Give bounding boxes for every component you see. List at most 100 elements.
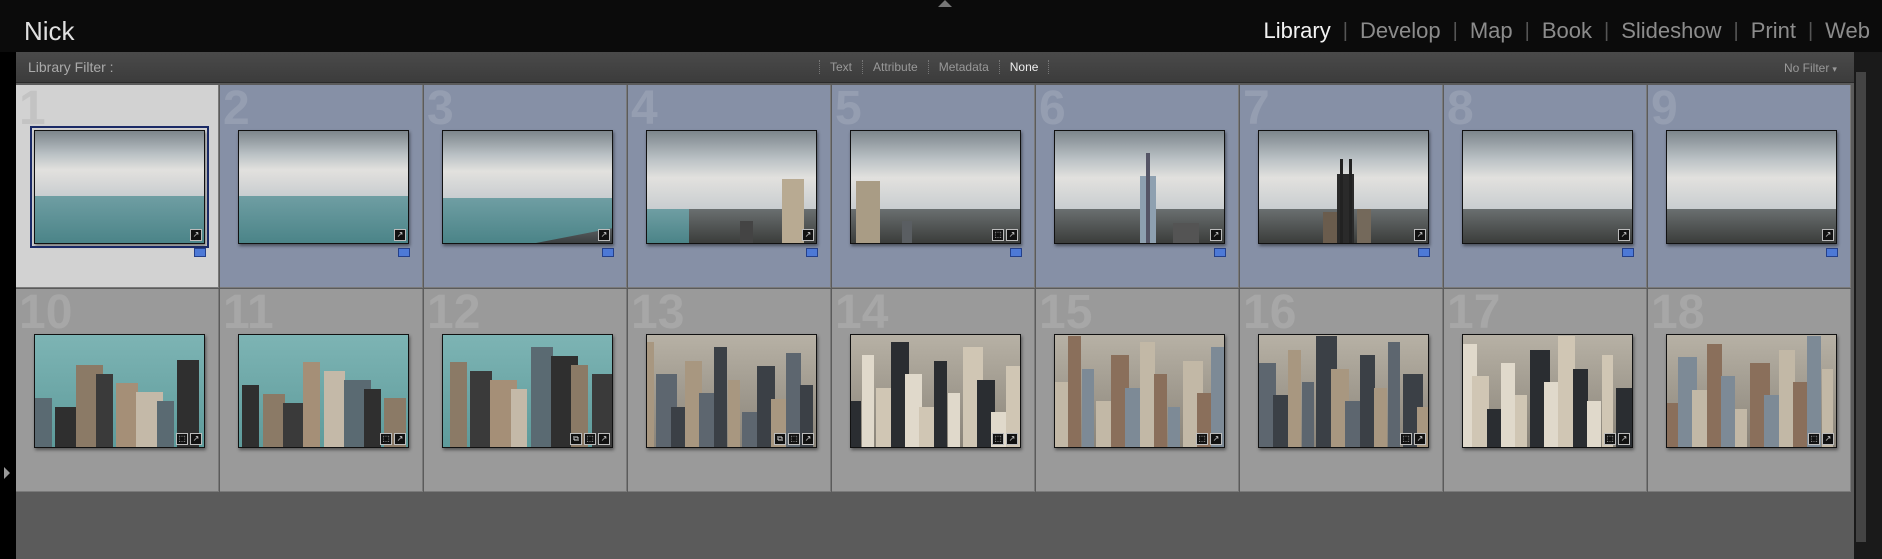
thumbnail-index-number: 11 — [223, 289, 274, 339]
develop-adjusted-icon[interactable]: ⬚ — [1400, 433, 1412, 445]
filter-tab-none[interactable]: None — [998, 60, 1050, 74]
photo-thumbnail[interactable]: ↗ — [1258, 130, 1429, 244]
photo-thumbnail[interactable]: ↗ — [30, 126, 209, 248]
selection-flag-icon[interactable] — [602, 248, 614, 257]
thumbnail-cell-5[interactable]: 5 ⬚ ↗ — [832, 85, 1035, 288]
develop-adjusted-icon[interactable]: ⬚ — [1196, 433, 1208, 445]
develop-adjusted-icon[interactable]: ⬚ — [380, 433, 392, 445]
left-panel-toggle-icon[interactable] — [4, 467, 10, 479]
develop-adjusted-icon[interactable]: ↗ — [1822, 433, 1834, 445]
thumbnail-cell-17[interactable]: 17 ⬚ ↗ — [1444, 289, 1647, 492]
selection-flag-icon[interactable] — [1622, 248, 1634, 257]
develop-adjusted-icon[interactable]: ↗ — [598, 433, 610, 445]
thumbnail-cell-8[interactable]: 8 ↗ — [1444, 85, 1647, 288]
selection-flag-icon[interactable] — [398, 248, 410, 257]
develop-adjusted-icon[interactable]: ↗ — [598, 229, 610, 241]
filter-tab-attribute[interactable]: Attribute — [862, 60, 928, 74]
thumbnail-index-number: 17 — [1447, 289, 1501, 339]
develop-adjusted-icon[interactable]: ↗ — [1822, 229, 1834, 241]
develop-adjusted-icon[interactable]: ⧉ — [570, 433, 582, 445]
develop-adjusted-icon[interactable]: ↗ — [394, 229, 406, 241]
module-develop[interactable]: Develop — [1348, 18, 1453, 44]
module-print[interactable]: Print — [1739, 18, 1808, 44]
thumbnail-badges: ↗ — [1618, 229, 1630, 241]
develop-adjusted-icon[interactable]: ⬚ — [584, 433, 596, 445]
thumbnail-cell-10[interactable]: 10 ⬚ ↗ — [16, 289, 219, 492]
photo-thumbnail[interactable]: ↗ — [442, 130, 613, 244]
develop-adjusted-icon[interactable]: ↗ — [190, 229, 202, 241]
develop-adjusted-icon[interactable]: ↗ — [1414, 229, 1426, 241]
develop-adjusted-icon[interactable]: ↗ — [802, 433, 814, 445]
selection-flag-icon[interactable] — [806, 248, 818, 257]
thumbnail-index-number: 3 — [427, 85, 454, 135]
photo-thumbnail[interactable]: ⬚ ↗ — [1054, 334, 1225, 448]
thumbnail-cell-1[interactable]: 1 ↗ — [16, 85, 219, 288]
thumbnail-cell-2[interactable]: 2 ↗ — [220, 85, 423, 288]
develop-adjusted-icon[interactable]: ⬚ — [1604, 433, 1616, 445]
thumbnail-cell-11[interactable]: 11 ⬚ ↗ — [220, 289, 423, 492]
thumbnail-cell-14[interactable]: 14 ⬚ ↗ — [832, 289, 1035, 492]
photo-thumbnail[interactable]: ↗ — [1054, 130, 1225, 244]
module-web[interactable]: Web — [1813, 18, 1882, 44]
thumbnail-index-number: 5 — [835, 85, 862, 135]
selection-flag-icon[interactable] — [194, 248, 206, 257]
photo-thumbnail[interactable]: ⬚ ↗ — [850, 130, 1021, 244]
thumbnail-cell-13[interactable]: 13 ⧉ ⬚ ↗ — [628, 289, 831, 492]
develop-adjusted-icon[interactable]: ↗ — [1006, 433, 1018, 445]
develop-adjusted-icon[interactable]: ⧉ — [774, 433, 786, 445]
selection-flag-icon[interactable] — [1418, 248, 1430, 257]
develop-adjusted-icon[interactable]: ⬚ — [176, 433, 188, 445]
module-book[interactable]: Book — [1530, 18, 1604, 44]
module-map[interactable]: Map — [1458, 18, 1525, 44]
develop-adjusted-icon[interactable]: ⬚ — [1808, 433, 1820, 445]
selection-flag-icon[interactable] — [1214, 248, 1226, 257]
filter-tab-text[interactable]: Text — [819, 60, 862, 74]
thumbnail-badges: ⬚ ↗ — [1808, 433, 1834, 445]
scrollbar-track[interactable] — [1856, 72, 1866, 542]
photo-thumbnail[interactable]: ⧉ ⬚ ↗ — [646, 334, 817, 448]
thumbnail-cell-7[interactable]: 7 ↗ — [1240, 85, 1443, 288]
develop-adjusted-icon[interactable]: ↗ — [1618, 229, 1630, 241]
develop-adjusted-icon[interactable]: ↗ — [1414, 433, 1426, 445]
photo-thumbnail[interactable]: ⬚ ↗ — [1462, 334, 1633, 448]
photo-thumbnail[interactable]: ↗ — [1666, 130, 1837, 244]
thumbnail-badges: ⬚ ↗ — [992, 433, 1018, 445]
develop-adjusted-icon[interactable]: ↗ — [802, 229, 814, 241]
develop-adjusted-icon[interactable]: ⬚ — [992, 229, 1004, 241]
develop-adjusted-icon[interactable]: ↗ — [1210, 433, 1222, 445]
thumbnail-cell-6[interactable]: 6 ↗ — [1036, 85, 1239, 288]
photo-thumbnail[interactable]: ↗ — [1462, 130, 1633, 244]
library-filter-bar: Library Filter : Text Attribute Metadata No… — [16, 52, 1870, 83]
develop-adjusted-icon[interactable]: ↗ — [394, 433, 406, 445]
top-panel-toggle-icon[interactable] — [938, 0, 952, 7]
filter-tab-metadata[interactable]: Metadata — [927, 60, 999, 74]
develop-adjusted-icon[interactable]: ↗ — [1210, 229, 1222, 241]
module-slideshow[interactable]: Slideshow — [1609, 18, 1733, 44]
thumbnail-cell-9[interactable]: 9 ↗ — [1648, 85, 1851, 288]
thumbnail-index-number: 18 — [1651, 289, 1705, 339]
thumbnail-cell-16[interactable]: 16 ⬚ ↗ — [1240, 289, 1443, 492]
thumbnail-cell-15[interactable]: 15 ⬚ ↗ — [1036, 289, 1239, 492]
develop-adjusted-icon[interactable]: ⬚ — [992, 433, 1004, 445]
photo-thumbnail[interactable]: ⧉ ⬚ ↗ — [442, 334, 613, 448]
develop-adjusted-icon[interactable]: ⬚ — [788, 433, 800, 445]
selection-flag-icon[interactable] — [1010, 248, 1022, 257]
filter-preset-dropdown[interactable]: No Filter ▾ — [1784, 61, 1837, 75]
develop-adjusted-icon[interactable]: ↗ — [190, 433, 202, 445]
photo-thumbnail[interactable]: ↗ — [646, 130, 817, 244]
thumbnail-cell-3[interactable]: 3 ↗ — [424, 85, 627, 288]
develop-adjusted-icon[interactable]: ↗ — [1618, 433, 1630, 445]
thumbnail-cell-18[interactable]: 18 ⬚ ↗ — [1648, 289, 1851, 492]
develop-adjusted-icon[interactable]: ↗ — [1006, 229, 1018, 241]
selection-flag-icon[interactable] — [1826, 248, 1838, 257]
photo-thumbnail[interactable]: ⬚ ↗ — [1666, 334, 1837, 448]
photo-thumbnail[interactable]: ↗ — [238, 130, 409, 244]
thumbnail-cell-4[interactable]: 4 ↗ — [628, 85, 831, 288]
photo-thumbnail[interactable]: ⬚ ↗ — [850, 334, 1021, 448]
photo-thumbnail[interactable]: ⬚ ↗ — [1258, 334, 1429, 448]
module-library[interactable]: Library — [1251, 18, 1342, 44]
photo-thumbnail[interactable]: ⬚ ↗ — [34, 334, 205, 448]
photo-thumbnail[interactable]: ⬚ ↗ — [238, 334, 409, 448]
grid-scrollbar[interactable] — [1854, 52, 1882, 559]
thumbnail-cell-12[interactable]: 12 ⧉ ⬚ ↗ — [424, 289, 627, 492]
